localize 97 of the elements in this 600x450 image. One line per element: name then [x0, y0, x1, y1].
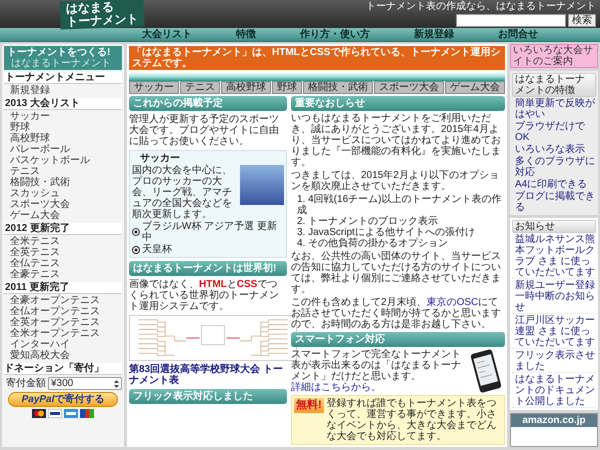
- detail-link[interactable]: 詳細はこちらから。: [291, 382, 464, 393]
- section-heading: フリック表示対応しました: [129, 389, 287, 404]
- list-item: 1. 4回戦(16チーム)以上のトーナメント表の作成: [297, 194, 502, 216]
- sidebar-link[interactable]: 愛知高校大会: [4, 350, 122, 361]
- sidebar-link[interactable]: 全豪テニス: [4, 269, 122, 280]
- caret-icon: [114, 380, 119, 388]
- sport-tab[interactable]: 格闘技・武術: [303, 81, 373, 94]
- sidebar-link[interactable]: スポーツ大会: [4, 199, 122, 210]
- list-item: 4. その他負荷の掛かるオプション: [297, 238, 450, 249]
- tagline: トーナメント表の作成なら、はなまるトーナメント: [366, 1, 596, 12]
- amazon-logo[interactable]: amazon.co.jp: [511, 414, 597, 427]
- feature-link[interactable]: ブラウザだけでOK: [512, 121, 596, 143]
- section-heading: 重要なおしらせ: [291, 96, 505, 111]
- section-heading: はなまるトーナメントは世界初!: [129, 261, 287, 276]
- news-link[interactable]: 江戸川区サッカー連盟 さま に使っていただいてます: [512, 315, 596, 349]
- news-link[interactable]: はなまるトーナメントのドキュメント公開しました: [512, 374, 596, 408]
- sport-tab[interactable]: 高校野球: [221, 81, 271, 94]
- sidebar-link[interactable]: バレーボール: [4, 144, 122, 155]
- sidebar-link[interactable]: 全米テニス: [4, 236, 122, 247]
- panel-heading: はなまるトーナメントの特徴: [512, 73, 596, 97]
- section-heading: 2012 更新完了: [4, 223, 122, 235]
- search-field[interactable]: [456, 14, 566, 27]
- nav-link[interactable]: お問合せ: [498, 29, 538, 40]
- paypal-button[interactable]: PayPalで寄付する: [8, 392, 118, 407]
- free-badge: 無料!: [294, 398, 324, 413]
- feature-link[interactable]: いろいろな表示: [512, 144, 596, 155]
- sidebar-link[interactable]: 野球: [4, 122, 122, 133]
- card-logo-icon: [48, 409, 62, 418]
- nav-link[interactable]: 大会リスト: [142, 29, 192, 40]
- search-button[interactable]: 検索: [568, 14, 596, 27]
- section-heading: これからの掲載予定: [129, 96, 287, 111]
- list-item: 3. JavaScriptによる他サイトへの張付け: [297, 227, 476, 238]
- section-heading: ドネーション「寄付」: [4, 363, 122, 375]
- field-label: 寄付金額: [6, 378, 46, 389]
- paragraph: なお、公共性の高い団体のサイト、当サービスの告知に協力していただける方のサイトについては、弊社より個別にご連絡させていただきます。: [291, 251, 502, 295]
- feature-link[interactable]: 多くのブラウザに対応: [512, 156, 596, 178]
- sidebar-link[interactable]: バスケットボール: [4, 155, 122, 166]
- sidebar-link[interactable]: インターハイ: [4, 339, 122, 350]
- ball-icon: [132, 246, 140, 254]
- news-link[interactable]: 益城ルネサンス熊本フットボールクラブ さま に使っていただいてます: [512, 234, 596, 279]
- paragraph: いつもはなまるトーナメントをご利用いただき、誠にありがとうございます。2015年4月より、当サービスについてはかねてより進めておりました『一部機能の有料化』を実施いたします。: [291, 113, 502, 168]
- card-logo-icon: [32, 409, 46, 418]
- card-logo-icon: [80, 409, 94, 418]
- sport-tab[interactable]: 野球: [272, 81, 302, 94]
- banner-title: トーナメントをつくる!: [7, 47, 112, 58]
- photo-placeholder: [240, 165, 284, 205]
- sidebar-link[interactable]: サッカー: [4, 111, 122, 122]
- caption-link[interactable]: 第83回選抜高等学校野球大会 トーナメント表: [129, 364, 287, 386]
- paragraph: スマートフォンで完全なトーナメント表が表示出来るのは「はなまるトーナメント」だけだと思います。: [291, 349, 462, 382]
- paragraph: 登録すれば誰でもトーナメント表をつくって、運営する事ができます。小さなイベントから、大きな大会までどんな大会でも対応してます。: [326, 398, 498, 442]
- sidebar-link[interactable]: 全英テニス: [4, 247, 122, 258]
- site-logo[interactable]: はなまる トーナメント: [60, 0, 144, 30]
- sidebar-link[interactable]: テニス: [4, 166, 122, 177]
- sport-tab[interactable]: テニス: [180, 81, 220, 94]
- sidebar-link[interactable]: 格闘技・武術: [4, 177, 122, 188]
- sidebar-link[interactable]: 全米オープンテニス: [4, 328, 122, 339]
- sidebar-link[interactable]: 全仏テニス: [4, 258, 122, 269]
- sidebar-link[interactable]: 新規登録: [4, 85, 122, 96]
- panel-heading: お知らせ: [512, 220, 596, 233]
- sport-tab[interactable]: サッカー: [129, 81, 179, 94]
- sidebar-link[interactable]: ゲーム大会: [4, 210, 122, 221]
- card-text: 国内の大会を中心に、プロのサッカーの大会、リーグ戦、アマチュアの全国大会などを順次更新します。: [132, 165, 233, 220]
- sidebar-link[interactable]: スカッシュ: [4, 188, 122, 199]
- sidebar-link[interactable]: 高校野球: [4, 133, 122, 144]
- sidebar-link[interactable]: 全豪オープンテニス: [4, 295, 122, 306]
- section-heading: トーナメントメニュー: [4, 72, 122, 84]
- feature-link[interactable]: 簡単更新で反映がはやい: [512, 98, 596, 120]
- sport-tab[interactable]: ゲーム大会: [445, 81, 505, 94]
- paragraph: 管理人が更新する予定のスポーツ大会です。ブログやサイトに自由に貼ってお使いください。: [129, 114, 280, 147]
- inline-link[interactable]: 東京のOSC: [426, 297, 478, 308]
- sidebar-link[interactable]: 全英オープンテニス: [4, 317, 122, 328]
- paragraph: 画像ではなく、HTMLとCSSでつくられている世界初のトーナメント運用システムです。: [129, 279, 280, 312]
- intro-banner: 「はなまるトーナメント」は、HTMLとCSSで作られている、トーナメント運用システムです。: [129, 46, 505, 70]
- section-heading: スマートフォン対応: [291, 332, 505, 347]
- promo-banner[interactable]: トーナメントをつくる! はなまるトーナメント: [4, 46, 122, 70]
- amount-select[interactable]: ¥300: [48, 377, 122, 390]
- sport-tab[interactable]: スポーツ大会: [374, 81, 444, 94]
- feature-link[interactable]: ブログに掲載できる: [512, 191, 596, 213]
- section-heading: 2011 更新完了: [4, 282, 122, 294]
- sites-button[interactable]: いろいろな大会サイトのご案内: [510, 44, 598, 68]
- list-item: 2. トーナメントのブロック表示: [297, 216, 440, 227]
- nav-link[interactable]: 新規登録: [414, 29, 454, 40]
- card-logo-icon: [64, 409, 78, 418]
- feature-link[interactable]: A4に印刷できる: [512, 179, 596, 190]
- section-heading: 2013 大会リスト: [4, 98, 122, 110]
- news-link[interactable]: 新規ユーザー登録一時中断のお知らせ: [512, 280, 596, 314]
- card-title: サッカー: [139, 153, 181, 164]
- tournament-link[interactable]: ブラジルW杯 アジア予選 更新中: [132, 221, 284, 243]
- nav-link[interactable]: 作り方・使い方: [300, 29, 370, 40]
- sidebar-link[interactable]: 全仏オープンテニス: [4, 306, 122, 317]
- nav-link[interactable]: 特徴: [236, 29, 256, 40]
- paragraph: つきましては、2015年2月より以下のオプションを順次廃止させていただきます。: [291, 170, 500, 192]
- banner-subtitle: はなまるトーナメント: [10, 58, 112, 69]
- ball-icon: [132, 228, 140, 236]
- news-link[interactable]: フリック表示させました: [512, 350, 596, 373]
- paragraph: この件も含めまして2月末頃、東京のOSCにてお話させていただく時間が持てるかと思いますので、お時間のある方は是非お越し下さい。: [291, 297, 502, 330]
- tournament-link[interactable]: 天皇杯: [132, 244, 284, 255]
